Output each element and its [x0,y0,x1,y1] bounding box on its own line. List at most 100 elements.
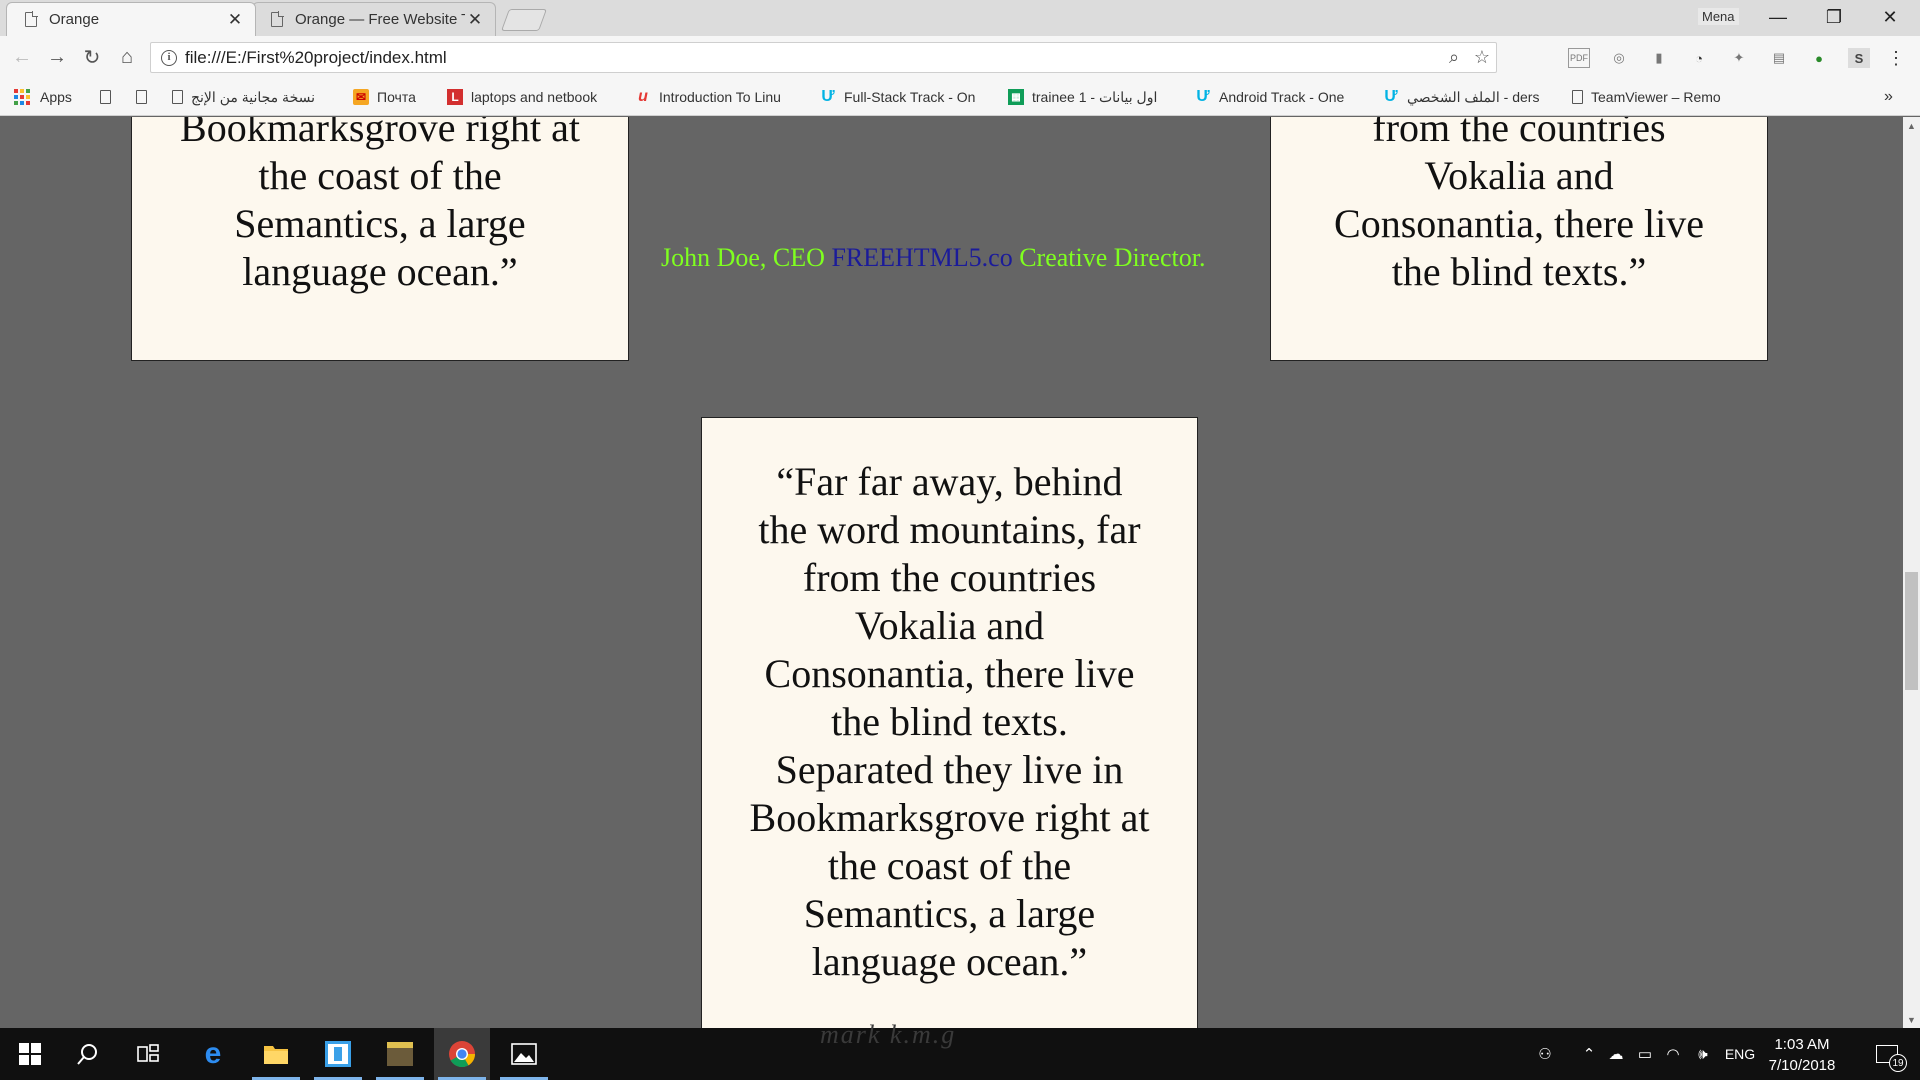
author-brand-link[interactable]: FREEHTML5.co [831,243,1012,272]
windows-logo-icon [19,1043,41,1065]
close-tab-icon[interactable]: ✕ [225,10,245,30]
l-logo-icon: L [447,89,463,105]
folder-icon [264,1046,288,1064]
extension-puzzle-icon[interactable]: ✦ [1728,48,1750,68]
testimonial-card-right: from the countries Vokalia and Consonant… [1270,117,1768,361]
testimonial-line: Vokalia and [1424,153,1614,198]
tab-orange[interactable]: Orange ✕ [6,2,256,36]
scroll-up-arrow[interactable]: ▲ [1903,117,1920,134]
close-window-button[interactable]: ✕ [1862,0,1918,34]
photos-app[interactable] [496,1028,552,1080]
testimonial-card-left: Bookmarksgrove right at the coast of the… [131,117,629,361]
bookmark-document-1[interactable] [100,87,119,107]
bookmark-laptops[interactable]: L laptops and netbook [447,87,617,107]
bookmark-fullstack[interactable]: Ư Full-Stack Track - On [820,87,992,107]
minimize-button[interactable]: — [1750,0,1806,34]
extension-printer-icon[interactable]: ▤ [1768,48,1790,68]
edge-app[interactable]: e [185,1028,241,1080]
testimonial-line: “Far far away, behind [776,459,1123,504]
forward-button[interactable]: → [43,43,71,71]
menu-icon[interactable]: ⋮ [1885,48,1907,68]
show-hidden-icons-chevron-icon[interactable]: ⌃ [1578,1028,1600,1080]
bookmarks-overflow-button[interactable]: » [1884,87,1893,107]
testimonial-line: from the countries [802,555,1097,600]
testimonial-author: John Doe, CEO FREEHTML5.co Creative Dire… [661,243,1205,273]
bookmark-apps[interactable]: Apps [14,87,72,107]
testimonial-line: Semantics, a large [234,201,526,246]
bookmark-trainee[interactable]: ▦ trainee 1 - اول بيانات [1008,87,1178,107]
bookmark-label: laptops and netbook [471,89,598,105]
home-button[interactable]: ⌂ [113,43,141,71]
clock-date: 7/10/2018 [1768,1057,1836,1074]
app-blue-square[interactable] [310,1028,366,1080]
zoom-icon[interactable]: ⌕ [1440,47,1468,68]
scrollbar-thumb[interactable] [1905,572,1918,690]
onedrive-icon[interactable]: ☁ [1603,1028,1629,1080]
testimonial-line: from the countries [1372,117,1666,150]
address-bar[interactable]: i file:///E:/First%20project/index.html … [150,42,1497,73]
task-view-icon [137,1044,159,1062]
restore-button[interactable]: ❐ [1806,0,1862,34]
search-icon [77,1044,97,1065]
scroll-down-arrow[interactable]: ▼ [1903,1011,1920,1028]
testimonial-line: language ocean.” [811,939,1088,984]
bookmark-teamviewer[interactable]: TeamViewer – Remo [1572,87,1742,107]
address-text[interactable]: file:///E:/First%20project/index.html [185,48,1440,68]
clock[interactable]: 1:03 AM 7/10/2018 [1757,1034,1847,1076]
bookmark-label: Почта [377,89,416,105]
bookmark-intro-linux[interactable]: u Introduction To Linu [635,87,805,107]
page-icon [25,11,38,27]
extension-bookmark-icon[interactable]: ▮ [1648,48,1670,68]
watermark-text: mark k.m.g [820,1020,957,1049]
mail-icon: ✉ [353,89,369,105]
pdf-extension-icon[interactable]: PDF [1568,48,1590,68]
action-center-button[interactable]: 19 [1862,1028,1912,1080]
testimonial-line: Semantics, a large [803,891,1096,936]
movie-maker-app[interactable] [372,1028,428,1080]
testimonial-line: the coast of the [258,153,502,198]
start-button[interactable] [2,1028,58,1080]
udemy-icon: u [638,88,648,105]
close-tab-icon[interactable]: ✕ [465,10,485,30]
extension-globe-icon[interactable]: ● [1808,48,1830,68]
bookmark-pochta[interactable]: ✉ Почта [353,87,416,107]
battery-icon[interactable]: ▭ [1632,1028,1658,1080]
extension-speed-icon[interactable]: ◔ [1688,48,1710,68]
testimonial-line: language ocean.” [242,249,518,294]
testimonial-line: the blind texts. [831,699,1068,744]
back-button[interactable]: ← [8,43,36,71]
clock-time: 1:03 AM [1774,1036,1830,1053]
page-scrollbar[interactable]: ▲ ▼ [1903,117,1920,1028]
volume-icon[interactable]: 🕪 [1690,1028,1716,1080]
page-viewport[interactable]: Bookmarksgrove right at the coast of the… [0,117,1903,1028]
document-icon [136,90,147,104]
author-name: John Doe, CEO [661,243,832,272]
document-icon [100,90,111,104]
new-tab-button[interactable] [500,9,548,31]
extension-s-icon[interactable]: S [1848,48,1870,68]
sheets-icon: ▦ [1008,89,1024,105]
search-button[interactable] [60,1028,116,1080]
extension-disc-icon[interactable]: ◎ [1608,48,1630,68]
bookmark-arabic-copy[interactable]: نسخة مجانية من الإنج [172,87,340,107]
bookmark-android-track[interactable]: Ư Android Track - One [1195,87,1367,107]
wifi-icon[interactable]: ◠ [1660,1028,1686,1080]
bookmark-label: Android Track - One [1219,89,1345,105]
reload-button[interactable]: ↻ [78,43,106,71]
clapper-icon [387,1042,413,1066]
bookmark-star-icon[interactable]: ☆ [1468,47,1496,68]
site-info-icon[interactable]: i [161,49,177,66]
chrome-app[interactable] [434,1028,490,1080]
tab-orange-free-website[interactable]: Orange — Free Website T ✕ [252,2,496,36]
testimonial-line: Consonantia, there live [764,651,1135,696]
language-indicator[interactable]: ENG [1720,1028,1760,1080]
profile-button[interactable]: Mena [1698,8,1739,25]
author-title: Creative Director. [1012,243,1206,272]
bookmark-document-2[interactable] [136,87,155,107]
task-view-button[interactable] [120,1028,176,1080]
browser-toolbar: ← → ↻ ⌂ i file:///E:/First%20project/ind… [0,36,1920,79]
file-explorer-app[interactable] [248,1028,304,1080]
bookmark-profile-ders[interactable]: Ư الملف الشخصي - ders [1383,87,1555,107]
people-icon[interactable]: ⚇ [1530,1028,1560,1080]
testimonial-line: the word mountains, far [758,507,1141,552]
